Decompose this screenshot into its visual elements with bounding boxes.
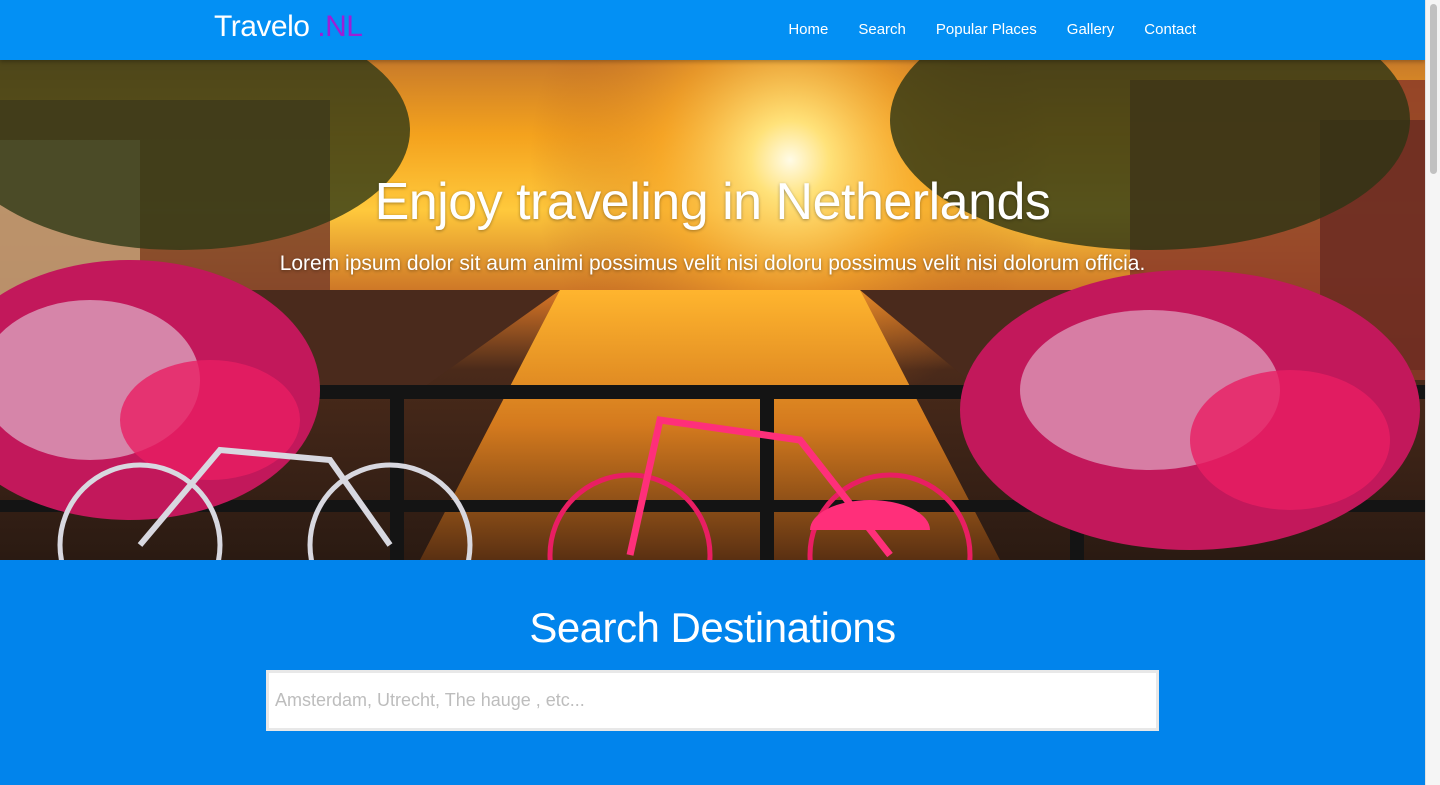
nav-link-home[interactable]: Home (788, 21, 828, 38)
brand-name: Travelo (214, 10, 310, 43)
brand-accent: .NL (317, 10, 363, 43)
nav-link-search[interactable]: Search (858, 21, 906, 38)
nav-link-gallery[interactable]: Gallery (1067, 21, 1115, 38)
search-section: Search Destinations (0, 560, 1425, 785)
navbar: Travelo .NL Home Search Popular Places G… (0, 0, 1425, 60)
nav-links: Home Search Popular Places Gallery Conta… (788, 0, 1196, 58)
scrollbar-thumb[interactable] (1430, 4, 1437, 174)
nav-link-contact[interactable]: Contact (1144, 21, 1196, 38)
brand-logo[interactable]: Travelo .NL (214, 10, 363, 44)
search-title: Search Destinations (529, 604, 896, 651)
hero-background-image (0, 60, 1425, 560)
page: Travelo .NL Home Search Popular Places G… (0, 0, 1425, 785)
hero-title: Enjoy traveling in Netherlands (374, 173, 1051, 231)
page-scrollbar[interactable] (1425, 0, 1440, 785)
destination-search-input[interactable] (266, 670, 1159, 731)
hero-subtitle: Lorem ipsum dolor sit aum animi possimus… (279, 252, 1146, 275)
hero-section: Enjoy traveling in Netherlands Lorem ips… (0, 60, 1425, 560)
nav-link-popular-places[interactable]: Popular Places (936, 21, 1037, 38)
